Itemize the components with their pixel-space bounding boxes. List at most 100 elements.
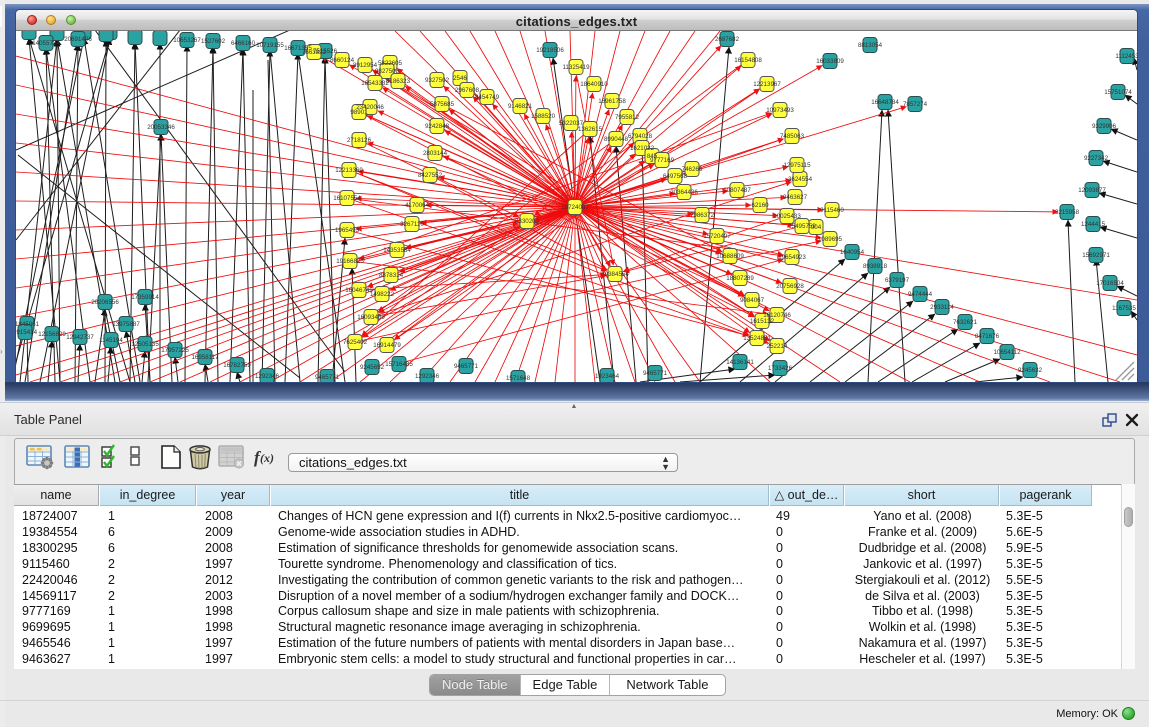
svg-text:16961758: 16961758 bbox=[598, 98, 626, 105]
svg-text:1292346: 1292346 bbox=[415, 373, 440, 380]
svg-text:2803144: 2803144 bbox=[423, 150, 448, 157]
svg-text:9329906: 9329906 bbox=[1092, 123, 1117, 130]
svg-text:8912954: 8912954 bbox=[353, 62, 378, 69]
svg-text:12505135: 12505135 bbox=[131, 341, 159, 348]
svg-text:2687682: 2687682 bbox=[715, 36, 740, 43]
svg-text:8813054: 8813054 bbox=[858, 42, 883, 49]
svg-text:19654923: 19654923 bbox=[778, 254, 806, 261]
svg-text:1244415: 1244415 bbox=[1081, 221, 1106, 228]
svg-text:6497568: 6497568 bbox=[663, 173, 688, 180]
svg-text:9146821: 9146821 bbox=[508, 103, 533, 110]
svg-text:10654112: 10654112 bbox=[993, 349, 1021, 356]
svg-text:16914479: 16914479 bbox=[373, 342, 401, 349]
svg-text:13975887: 13975887 bbox=[112, 321, 140, 328]
svg-text:7625402: 7625402 bbox=[343, 339, 368, 346]
svg-text:1167535: 1167535 bbox=[1112, 305, 1136, 312]
svg-text:1527602: 1527602 bbox=[201, 38, 226, 45]
svg-text:20756928: 20756928 bbox=[776, 283, 804, 290]
svg-text:15751074: 15751074 bbox=[1104, 89, 1132, 96]
svg-text:3624554: 3624554 bbox=[788, 176, 813, 183]
svg-text:7632621: 7632621 bbox=[953, 319, 978, 326]
svg-text:18640910: 18640910 bbox=[580, 81, 608, 88]
svg-text:7485063: 7485063 bbox=[780, 133, 805, 140]
svg-text:8427552: 8427552 bbox=[418, 172, 443, 179]
svg-text:9245652: 9245652 bbox=[360, 364, 385, 371]
svg-text:12156829: 12156829 bbox=[38, 331, 66, 338]
svg-text:1112453: 1112453 bbox=[1115, 53, 1137, 60]
svg-text:16107554: 16107554 bbox=[333, 195, 361, 202]
svg-text:8471676: 8471676 bbox=[975, 333, 1000, 340]
svg-text:7955812: 7955812 bbox=[615, 114, 640, 121]
svg-text:14353584: 14353584 bbox=[383, 247, 411, 254]
svg-text:18724007: 18724007 bbox=[561, 204, 589, 211]
svg-text:8660124: 8660124 bbox=[330, 57, 355, 64]
svg-text:20053346: 20053346 bbox=[147, 124, 175, 131]
svg-text:8454749: 8454749 bbox=[475, 94, 500, 101]
svg-text:16093489: 16093489 bbox=[357, 314, 385, 321]
svg-text:8878314: 8878314 bbox=[379, 272, 404, 279]
svg-text:10653267: 10653267 bbox=[173, 37, 201, 44]
svg-text:4170064: 4170064 bbox=[405, 202, 430, 209]
svg-text:1733426: 1733426 bbox=[768, 365, 793, 372]
svg-text:12093877: 12093877 bbox=[1078, 187, 1106, 194]
svg-text:2718126: 2718126 bbox=[347, 137, 372, 144]
svg-text:9227342: 9227342 bbox=[1084, 155, 1109, 162]
svg-text:9777169: 9777169 bbox=[650, 157, 675, 164]
svg-text:9463627: 9463627 bbox=[783, 194, 808, 201]
svg-text:17359914: 17359914 bbox=[131, 294, 159, 301]
svg-text:9827508: 9827508 bbox=[375, 68, 400, 75]
svg-text:746266: 746266 bbox=[682, 166, 703, 173]
svg-text:16958117: 16958117 bbox=[191, 354, 219, 361]
svg-text:5875685: 5875685 bbox=[430, 101, 455, 108]
svg-text:9465771: 9465771 bbox=[315, 374, 340, 381]
svg-text:16033809: 16033809 bbox=[816, 58, 844, 65]
svg-text:8186323: 8186323 bbox=[386, 78, 411, 85]
svg-text:1845061: 1845061 bbox=[16, 321, 40, 328]
svg-text:14055724: 14055724 bbox=[32, 40, 60, 47]
svg-text:6379197: 6379197 bbox=[885, 277, 910, 284]
svg-text:5822605: 5822605 bbox=[378, 60, 403, 67]
svg-text:904: 904 bbox=[811, 224, 822, 231]
svg-text:15692971: 15692971 bbox=[1082, 252, 1110, 259]
svg-text:20364436: 20364436 bbox=[670, 189, 698, 196]
svg-text:19384554: 19384554 bbox=[601, 271, 629, 278]
svg-text:7857274: 7857274 bbox=[903, 101, 928, 108]
svg-text:12975115: 12975115 bbox=[783, 162, 811, 169]
svg-text:6794028: 6794028 bbox=[628, 133, 653, 140]
svg-text:17016504: 17016504 bbox=[1096, 280, 1124, 287]
svg-text:1292346: 1292346 bbox=[255, 373, 280, 380]
svg-text:16648784: 16648784 bbox=[871, 99, 899, 106]
svg-text:9245632: 9245632 bbox=[1018, 367, 1043, 374]
svg-text:19218506: 19218506 bbox=[536, 47, 564, 54]
svg-text:12942737: 12942737 bbox=[66, 334, 94, 341]
svg-text:2330203: 2330203 bbox=[515, 218, 540, 225]
svg-text:1588520: 1588520 bbox=[531, 113, 556, 120]
svg-text:13524851: 13524851 bbox=[743, 335, 771, 342]
svg-text:10973493: 10973493 bbox=[766, 107, 794, 114]
svg-text:8938918: 8938918 bbox=[863, 263, 888, 270]
svg-text:10025433: 10025433 bbox=[773, 213, 801, 220]
svg-text:6466160: 6466160 bbox=[231, 40, 256, 47]
svg-text:15720407: 15720407 bbox=[703, 233, 731, 240]
svg-text:1498222: 1498222 bbox=[370, 291, 395, 298]
svg-text:15716485: 15716485 bbox=[385, 361, 413, 368]
svg-text:16782759: 16782759 bbox=[223, 362, 251, 369]
svg-text:9242848: 9242848 bbox=[425, 123, 450, 130]
svg-text:1362615: 1362615 bbox=[578, 126, 603, 133]
svg-text:8990448: 8990448 bbox=[604, 136, 629, 143]
svg-text:10719155: 10719155 bbox=[256, 42, 284, 49]
svg-text:2933114: 2933114 bbox=[930, 304, 954, 311]
svg-text:3267110: 3267110 bbox=[400, 221, 424, 228]
svg-text:16154808: 16154808 bbox=[734, 57, 762, 64]
svg-text:3215958: 3215958 bbox=[1055, 209, 1080, 216]
svg-text:9327502: 9327502 bbox=[425, 77, 450, 84]
svg-text:18807289: 18807289 bbox=[726, 275, 754, 282]
svg-text:1640954: 1640954 bbox=[840, 249, 865, 256]
svg-text:1089695: 1089695 bbox=[818, 236, 843, 243]
svg-text:62160: 62160 bbox=[751, 202, 769, 209]
svg-text:9465771: 9465771 bbox=[643, 370, 668, 377]
svg-text:19166825: 19166825 bbox=[336, 258, 364, 265]
svg-text:16543382: 16543382 bbox=[361, 80, 389, 87]
svg-text:20691406: 20691406 bbox=[64, 36, 92, 43]
svg-text:9084067: 9084067 bbox=[740, 297, 765, 304]
